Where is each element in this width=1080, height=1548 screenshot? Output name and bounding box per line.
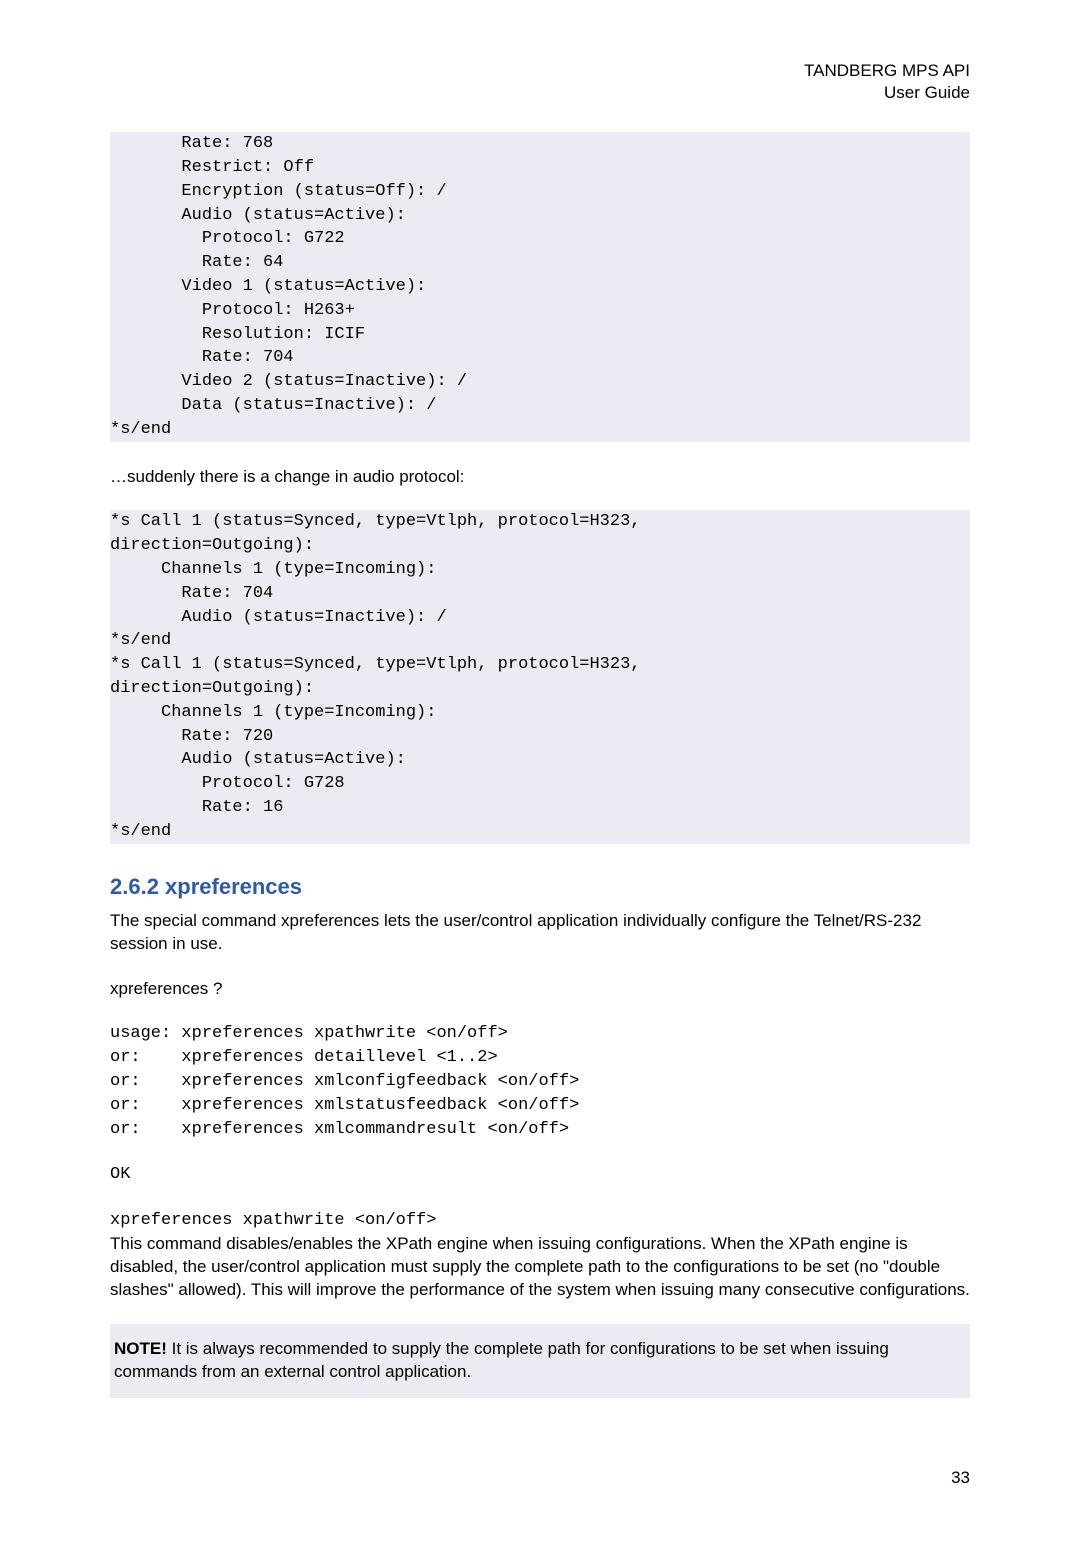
command-line: xpreferences xpathwrite <on/off>: [110, 1209, 970, 1233]
paragraph-3: xpreferences ?: [110, 978, 970, 1001]
note-box: NOTE! It is always recommended to supply…: [110, 1324, 970, 1398]
note-label: NOTE!: [114, 1339, 167, 1358]
paragraph-4: This command disables/enables the XPath …: [110, 1233, 970, 1302]
code-block-1: Rate: 768 Restrict: Off Encryption (stat…: [110, 132, 970, 441]
paragraph-1: …suddenly there is a change in audio pro…: [110, 466, 970, 489]
code-block-3: usage: xpreferences xpathwrite <on/off> …: [110, 1022, 970, 1141]
header-line-2: User Guide: [884, 83, 970, 102]
page-number: 33: [110, 1468, 970, 1488]
note-text: It is always recommended to supply the c…: [114, 1339, 889, 1381]
section-heading: 2.6.2 xpreferences: [110, 874, 970, 900]
code-block-2: *s Call 1 (status=Synced, type=Vtlph, pr…: [110, 510, 970, 843]
header-line-1: TANDBERG MPS API: [804, 61, 970, 80]
ok-text: OK: [110, 1163, 970, 1187]
paragraph-2: The special command xpreferences lets th…: [110, 910, 970, 956]
page-header: TANDBERG MPS API User Guide: [110, 60, 970, 104]
